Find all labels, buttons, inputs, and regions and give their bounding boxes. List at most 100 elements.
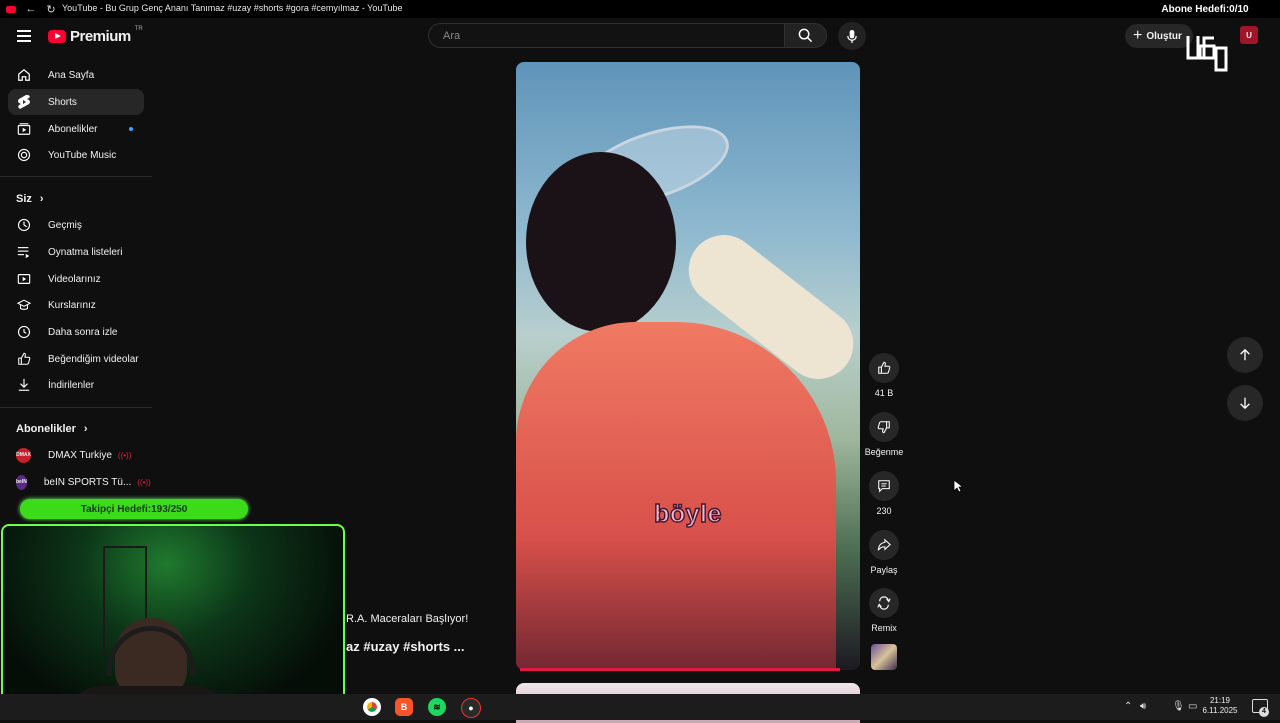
arrow-up-icon	[1240, 348, 1250, 361]
reload-icon[interactable]: ↻	[44, 2, 58, 16]
sidebar-item-home[interactable]: Ana Sayfa	[8, 62, 144, 88]
youtube-premium-logo[interactable]: Premium TR	[48, 26, 143, 45]
account-avatar[interactable]: U	[1240, 26, 1258, 44]
sidebar-label: beIN SPORTS Tü...	[43, 476, 132, 488]
sidebar-item-youtube-music[interactable]: YouTube Music	[8, 142, 144, 168]
create-button[interactable]: + Oluştur	[1125, 24, 1193, 48]
browser-title-bar: ← ↻ YouTube - Bu Grup Genç Ananı Tanımaz…	[0, 0, 1280, 18]
playlists-icon	[16, 244, 32, 260]
back-icon[interactable]: ←	[24, 2, 38, 16]
streamer-logo	[1186, 36, 1228, 72]
remix-action[interactable]: Remix	[864, 588, 904, 633]
app-icon[interactable]: ●	[461, 698, 481, 718]
comments-action[interactable]: 230	[864, 471, 904, 516]
music-icon	[16, 147, 32, 163]
share-button[interactable]	[869, 530, 899, 560]
subscriptions-icon	[16, 121, 32, 137]
watch-later-icon	[16, 324, 32, 340]
clock-date: 6.11.2025	[1202, 706, 1238, 715]
previous-short-button[interactable]	[1227, 337, 1263, 373]
tray-chevron-icon[interactable]: ⌃	[1124, 701, 1132, 712]
brave-icon[interactable]: B	[395, 698, 413, 716]
sidebar-label: Oynatma listeleri	[48, 246, 123, 258]
video-progress-bar[interactable]	[520, 668, 840, 671]
shorts-icon	[16, 94, 32, 110]
thumbs-down-icon	[877, 421, 890, 434]
you-heading-label: Siz	[16, 193, 32, 205]
like-button[interactable]	[869, 353, 899, 383]
chrome-icon[interactable]	[363, 698, 381, 716]
search-icon	[798, 28, 813, 43]
sidebar-divider	[0, 407, 152, 408]
sidebar-item-courses[interactable]: Kurslarınız	[8, 292, 144, 318]
sidebar-label: İndirilenler	[48, 379, 95, 391]
new-content-dot	[129, 127, 133, 131]
sidebar-item-downloads[interactable]: İndirilenler	[8, 372, 144, 398]
comments-button[interactable]	[869, 471, 899, 501]
dislike-action[interactable]: Beğenme	[864, 412, 904, 457]
next-short-button[interactable]	[1227, 385, 1263, 421]
remix-button[interactable]	[869, 588, 899, 618]
arrow-down-icon	[1240, 397, 1250, 410]
share-label: Paylaş	[870, 565, 898, 575]
follower-goal-overlay: Takipçi Hedefi:193/250	[20, 499, 248, 519]
comment-count: 230	[876, 506, 892, 516]
subs-heading-label: Abonelikler	[16, 423, 76, 435]
sidebar-label: YouTube Music	[48, 149, 117, 161]
courses-icon	[16, 297, 32, 313]
windows-taskbar	[0, 694, 1280, 720]
spotify-icon[interactable]: ≋	[428, 698, 446, 716]
sidebar-you-heading[interactable]: Siz ›	[16, 193, 44, 205]
chevron-right-icon: ›	[39, 193, 44, 205]
network-icon[interactable]: ▭	[1188, 701, 1197, 712]
history-icon	[16, 217, 32, 233]
menu-button[interactable]	[14, 26, 34, 46]
sidebar-channel-bein[interactable]: beIN beIN SPORTS Tü... ((•))	[8, 469, 151, 495]
search-input[interactable]	[441, 29, 765, 43]
remix-icon	[877, 596, 891, 610]
share-action[interactable]: Paylaş	[864, 530, 904, 575]
mouse-cursor-icon	[953, 479, 963, 493]
sidebar-subscriptions-heading[interactable]: Abonelikler ›	[16, 423, 88, 435]
channel-avatar: beIN	[16, 474, 27, 490]
logo-text: Premium	[70, 27, 131, 45]
sidebar-item-shorts[interactable]: Shorts	[8, 89, 144, 115]
live-icon: ((•))	[117, 450, 132, 460]
actor-shirt	[516, 322, 836, 670]
sidebar-item-subscriptions[interactable]: Abonelikler	[8, 116, 144, 142]
dislike-label: Beğenme	[864, 447, 904, 457]
sidebar-item-playlists[interactable]: Oynatma listeleri	[8, 239, 144, 265]
home-icon	[16, 67, 32, 83]
notification-count: 4	[1259, 707, 1269, 717]
create-label: Oluştur	[1146, 30, 1182, 42]
search-button[interactable]	[785, 23, 827, 48]
sidebar-label: Videolarınız	[48, 273, 101, 285]
dislike-button[interactable]	[869, 412, 899, 442]
sidebar-label: Daha sonra izle	[48, 326, 118, 338]
sidebar-channel-dmax[interactable]: DMAX DMAX Turkiye ((•))	[8, 442, 144, 468]
short-title[interactable]: az #uzay #shorts ...	[346, 639, 465, 654]
short-video-player[interactable]	[516, 62, 860, 670]
sidebar-item-watch-later[interactable]: Daha sonra izle	[8, 319, 144, 345]
remix-label: Remix	[871, 623, 897, 633]
sidebar-item-your-videos[interactable]: Videolarınız	[8, 266, 144, 292]
voice-search-button[interactable]	[838, 22, 866, 50]
search-box[interactable]	[428, 23, 785, 48]
microphone-tray-icon[interactable]: 🎙︎	[1172, 701, 1185, 712]
like-action[interactable]: 41 B	[864, 353, 904, 398]
comment-icon	[878, 480, 890, 493]
sidebar-label: Kurslarınız	[48, 299, 96, 311]
youtube-tab-icon	[4, 2, 18, 16]
subscriber-goal-overlay: Abone Hedefi:0/10	[1161, 4, 1249, 15]
sidebar-item-liked-videos[interactable]: Beğendiğim videolar	[8, 346, 144, 372]
sidebar-item-history[interactable]: Geçmiş	[8, 212, 144, 238]
country-code: TR	[134, 26, 143, 32]
your-videos-icon	[16, 271, 32, 287]
plus-icon: +	[1133, 27, 1143, 44]
sidebar-label: Shorts	[48, 96, 77, 108]
channel-avatar-thumbnail[interactable]	[871, 644, 897, 670]
volume-icon[interactable]: 🔊︎	[1140, 701, 1146, 712]
sidebar-label: Beğendiğim videolar	[48, 353, 139, 365]
taskbar-clock[interactable]: 21:19 6.11.2025	[1200, 696, 1240, 716]
sidebar-label: Geçmiş	[48, 219, 82, 231]
